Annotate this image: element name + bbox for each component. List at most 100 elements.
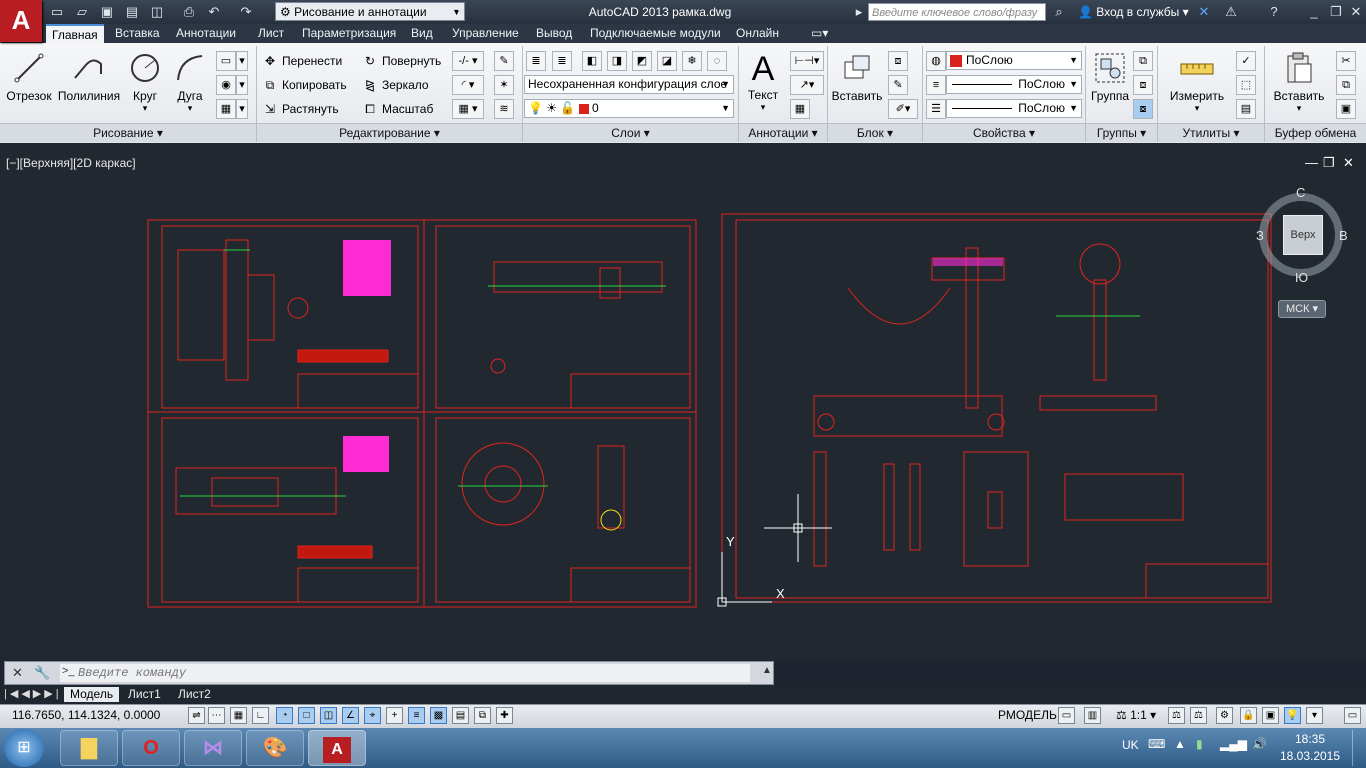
array-icon[interactable]: ▦ ▾ (452, 99, 484, 119)
paste-button[interactable]: Вставить ▾ (1268, 50, 1330, 114)
ortho-icon[interactable]: ∟ (252, 707, 269, 724)
panel-title-clipboard[interactable]: Буфер обмена (1265, 123, 1366, 142)
workspace-switch-icon[interactable]: ⚙ (1216, 707, 1233, 724)
arc-button[interactable]: Дуга ▾ (170, 50, 210, 114)
annotation-scale-select[interactable]: ⚖ 1:1 ▾ (1116, 708, 1156, 722)
transparency-icon[interactable]: ▩ (430, 707, 447, 724)
taskbar-explorer[interactable]: ▇ (60, 730, 118, 766)
panel-title-draw[interactable]: Рисование ▾ (0, 123, 256, 142)
keyboard-icon[interactable]: ⌨ (1148, 737, 1165, 751)
taskbar-opera[interactable]: O (122, 730, 180, 766)
leader-icon[interactable]: ↗▾ (790, 75, 824, 95)
stay-connected-icon[interactable]: ⚠ (1222, 3, 1240, 21)
group-edit-icon[interactable]: ⧈ (1133, 75, 1153, 95)
tab-layout[interactable]: Лист (252, 24, 290, 43)
redo-icon[interactable]: ↷ (237, 3, 255, 21)
otrack-icon[interactable]: ∠ (342, 707, 359, 724)
group-button[interactable]: Группа (1088, 50, 1132, 103)
lineweight-icon[interactable]: ≡ (926, 75, 946, 95)
lock-ui-icon[interactable]: 🔒 (1240, 707, 1257, 724)
tab-parametric[interactable]: Параметризация (296, 24, 402, 43)
isolate-objects-icon[interactable]: 💡 (1284, 707, 1301, 724)
tab-home[interactable]: Главная (46, 24, 104, 43)
taskbar-visual-studio[interactable]: ⋈ (184, 730, 242, 766)
battery-icon[interactable]: ▮ (1196, 737, 1203, 751)
linetype-icon[interactable]: ☰ (926, 99, 946, 119)
stretch-button[interactable]: ⇲ Растянуть (262, 99, 339, 119)
viewcube-east[interactable]: В (1339, 228, 1348, 243)
move-button[interactable]: ✥ Перенести (262, 51, 342, 71)
chevron-down-icon[interactable]: ▾ (236, 75, 248, 95)
annotation-visibility-icon[interactable]: ⚖ (1168, 707, 1185, 724)
layer-properties-icon[interactable]: ≣ (526, 51, 546, 71)
layer-previous-icon[interactable]: ◪ (657, 51, 677, 71)
hatch-icon[interactable]: ◉ (216, 75, 236, 95)
rectangle-icon[interactable]: ▭ (216, 51, 236, 71)
help-search-input[interactable]: Введите ключевое слово/фразу (868, 3, 1046, 21)
minimize-button[interactable]: _ (1305, 3, 1323, 21)
tab-sheet1[interactable]: Лист1 (122, 687, 167, 702)
coordinates-readout[interactable]: 116.7650, 114.1324, 0.0000 (12, 708, 160, 722)
viewcube-north[interactable]: С (1296, 185, 1305, 200)
model-space-toggle[interactable]: РМОДЕЛЬ (998, 708, 1057, 722)
polyline-button[interactable]: Полилиния (56, 50, 122, 103)
quick-view-layouts-icon[interactable]: ▭ (1058, 707, 1075, 724)
attribute-icon[interactable]: ✐▾ (888, 99, 918, 119)
search-icon[interactable]: ⌕ (1050, 3, 1068, 21)
ducs-icon[interactable]: ⌖ (364, 707, 381, 724)
close-button[interactable]: ✕ (1347, 3, 1365, 21)
help-button[interactable]: ? (1265, 3, 1283, 21)
quick-select-icon[interactable]: ✓ (1236, 51, 1256, 71)
ribbon-minimize-toggle[interactable]: ▭▾ (805, 24, 834, 43)
scale-button[interactable]: ⧠ Масштаб (362, 99, 433, 119)
new-file-icon[interactable]: ▭ (48, 3, 66, 21)
ungroup-icon[interactable]: ⧉ (1133, 51, 1153, 71)
infer-constraints-icon[interactable]: ⇌ (188, 707, 205, 724)
copy-button[interactable]: ⧉ Копировать (262, 75, 347, 95)
close-icon[interactable]: ✕ (12, 665, 23, 681)
group-selection-icon[interactable]: ⧇ (1133, 99, 1153, 119)
exchange-apps-icon[interactable]: ✕ (1195, 3, 1213, 21)
tab-insert[interactable]: Вставка (109, 24, 166, 43)
viewcube-top-face[interactable]: Верх (1283, 215, 1323, 255)
chevron-up-icon[interactable]: ▲ (762, 665, 772, 676)
layer-unisolate-icon[interactable]: ◨ (607, 51, 627, 71)
clean-screen-icon[interactable]: ▭ (1344, 707, 1361, 724)
layer-states-icon[interactable]: ≣ (552, 51, 572, 71)
color-select[interactable]: ПоСлою ▼ (946, 51, 1082, 70)
layer-select[interactable]: 💡 ☀ 🔓 0 ▼ (524, 99, 734, 118)
annotation-monitor-icon[interactable]: ✚ (496, 707, 513, 724)
show-desktop-button[interactable] (1352, 730, 1365, 766)
rotate-button[interactable]: ↻ Повернуть (362, 51, 441, 71)
polar-icon[interactable]: ◔ (276, 707, 293, 724)
copy-clip-icon[interactable]: ⧉ (1336, 75, 1356, 95)
text-button[interactable]: A Текст ▾ (742, 50, 784, 113)
tab-model[interactable]: Модель (64, 687, 120, 702)
chevron-down-icon[interactable]: ▾ (236, 51, 248, 71)
table-icon[interactable]: ▦ (790, 99, 810, 119)
open-folder-icon[interactable]: ▱ (73, 3, 91, 21)
cut-icon[interactable]: ✂ (1336, 51, 1356, 71)
linetype-select[interactable]: ПоСлою ▼ (946, 75, 1082, 94)
osnap-icon[interactable]: □ (298, 707, 315, 724)
layer-off-icon[interactable]: ◌ (707, 51, 727, 71)
sign-in-button[interactable]: 👤 Вход в службы ▾ (1078, 0, 1189, 24)
ucs-menu-button[interactable]: МСК ▾ (1278, 300, 1326, 318)
publish-icon[interactable]: ◫ (148, 3, 166, 21)
save-icon[interactable]: ▣ (98, 3, 116, 21)
lineweight-select[interactable]: ПоСлою ▼ (946, 99, 1082, 118)
erase-icon[interactable]: ✎ (494, 51, 514, 71)
snap-icon[interactable]: ⋯ (208, 707, 225, 724)
chevron-down-icon[interactable]: ▾ (236, 99, 248, 119)
create-block-icon[interactable]: ⧈ (888, 51, 908, 71)
restore-button[interactable]: ❐ (1327, 3, 1345, 21)
panel-title-properties[interactable]: Свойства ▾ (923, 123, 1085, 142)
match-properties-icon[interactable]: ◍ (926, 51, 946, 71)
tab-manage[interactable]: Управление (446, 24, 525, 43)
select-all-icon[interactable]: ⬚ (1236, 75, 1256, 95)
volume-icon[interactable]: 🔊 (1252, 737, 1267, 751)
signal-icon[interactable]: ▂▄▆ (1220, 737, 1247, 751)
panel-title-utilities[interactable]: Утилиты ▾ (1158, 123, 1264, 142)
viewcube-south[interactable]: Ю (1295, 270, 1308, 285)
viewcube-west[interactable]: З (1256, 228, 1264, 243)
